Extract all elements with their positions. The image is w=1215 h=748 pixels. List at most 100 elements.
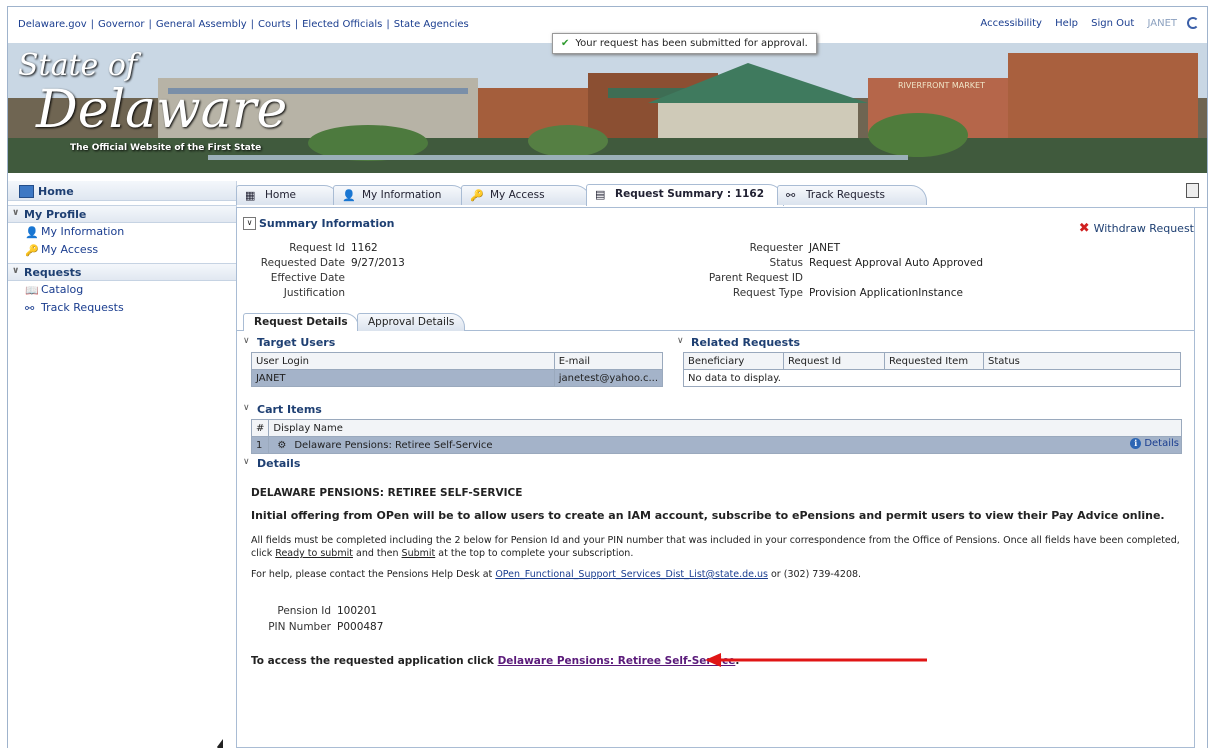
loading-icon [1187, 17, 1199, 29]
red-arrow-annotation [705, 653, 927, 667]
state-logo[interactable]: State of Delaware The Official Website o… [18, 49, 287, 154]
column-status[interactable]: Status [983, 352, 1181, 370]
collapse-icon[interactable]: ∨ [243, 217, 256, 230]
username: JANET [1147, 18, 1177, 29]
link-general-assembly[interactable]: General Assembly [156, 19, 247, 30]
key-user-icon: 🔑 [25, 244, 39, 257]
tab-track-requests[interactable]: ⚯ Track Requests [777, 185, 927, 205]
column-display-name[interactable]: Display Name [268, 419, 1182, 437]
link-elected-officials[interactable]: Elected Officials [302, 19, 382, 30]
info-icon: i [1130, 438, 1142, 449]
submit-link[interactable]: Submit [402, 548, 436, 559]
link-governor[interactable]: Governor [98, 19, 144, 30]
header-banner: RIVERFRONT MARKET State of Delaware The … [8, 43, 1207, 173]
document-icon: ▤ [595, 188, 606, 201]
application-link[interactable]: Delaware Pensions: Retiree Self-Service [498, 655, 736, 667]
accessibility-link[interactable]: Accessibility [980, 18, 1042, 29]
cart-items-header[interactable]: ∨ Cart Items [243, 403, 322, 416]
field-pin-number: PIN Number P000487 [268, 621, 384, 633]
nav-section-requests[interactable]: ∨ Requests [8, 263, 236, 281]
related-requests-header[interactable]: ∨ Related Requests [677, 336, 800, 349]
table-row[interactable]: JANETijanetest@yahoo.c... [251, 369, 664, 387]
field-request-type: Request Type Provision ApplicationInstanc… [732, 287, 963, 299]
nav-home[interactable]: Home [8, 181, 236, 201]
access-instructions: To access the requested application clic… [251, 655, 739, 667]
target-users-table: User LoginE-mail JANETijanetest@yahoo.c.… [251, 352, 664, 387]
column-request-id[interactable]: Request Id [783, 352, 885, 370]
help-desk-email-link[interactable]: OPen_Functional_Support_Services_Dist_Li… [495, 569, 768, 580]
empty-message: No data to display. [683, 369, 1181, 387]
home-icon: ▦ [245, 189, 256, 202]
table-row[interactable]: 1 ⚙ Delaware Pensions: Retiree Self-Servic… [250, 436, 1182, 454]
home-icon [19, 185, 34, 198]
nav-catalog[interactable]: 📖 Catalog [8, 281, 236, 299]
user-info-icon: 👤 [342, 189, 356, 202]
collapse-icon: ∨ [243, 336, 250, 346]
binoculars-icon: ⚯ [25, 302, 35, 315]
book-icon: 📖 [25, 284, 39, 297]
tab-approval-details[interactable]: Approval Details [357, 313, 465, 331]
help-link[interactable]: Help [1055, 18, 1078, 29]
nav-track-requests[interactable]: ⚯ Track Requests [8, 299, 236, 317]
market-sign-text: RIVERFRONT MARKET [898, 81, 985, 90]
field-requester: Requester JANET [749, 242, 840, 254]
user-links: Accessibility Help Sign Out JANET [970, 17, 1199, 29]
collapse-icon: ∨ [243, 457, 250, 467]
tab-bar: ▦ Home 👤 My Information 🔑 My Access ▤ Reques… [236, 181, 1207, 208]
field-status: Status Request Approval Auto Approved [769, 257, 983, 269]
field-request-id: Request Id 1162 [289, 242, 378, 254]
tab-request-details[interactable]: Request Details [243, 313, 359, 331]
link-delaware-gov[interactable]: Delaware.gov [18, 19, 87, 30]
link-state-agencies[interactable]: State Agencies [394, 19, 469, 30]
ready-to-submit-link[interactable]: Ready to submit [275, 548, 353, 559]
field-effective-date: Effective Date [270, 272, 345, 284]
column-number: # [250, 419, 270, 437]
request-summary-panel: ∨ Summary Information ✖ Withdraw Request … [236, 207, 1195, 748]
details-help: For help, please contact the Pensions He… [251, 569, 862, 580]
print-icon[interactable] [1186, 183, 1199, 198]
field-parent-request-id: Parent Request ID [708, 272, 803, 284]
details-header[interactable]: ∨ Details [243, 457, 300, 470]
nav-section-my-profile[interactable]: ∨ My Profile [8, 205, 236, 223]
tab-my-access[interactable]: 🔑 My Access [461, 185, 591, 205]
collapse-panel-handle[interactable] [217, 739, 223, 748]
sign-out-link[interactable]: Sign Out [1091, 18, 1134, 29]
detail-subtabs: Request Details Approval Details [237, 312, 1194, 331]
left-navigation: Home ∨ My Profile 👤 My Information 🔑 My Acc… [8, 181, 237, 748]
key-user-icon: 🔑 [470, 189, 484, 202]
field-pension-id: Pension Id 100201 [277, 605, 378, 617]
details-intro: Initial offering from OPen will be to al… [251, 509, 1165, 522]
field-requested-date: Requested Date 9/27/2013 [260, 257, 405, 269]
tab-home[interactable]: ▦ Home [236, 185, 340, 205]
collapse-icon: ∨ [12, 266, 20, 276]
user-info-icon: 👤 [25, 226, 39, 239]
column-requested-item[interactable]: Requested Item [884, 352, 984, 370]
column-beneficiary[interactable]: Beneficiary [683, 352, 784, 370]
details-instructions: All fields must be completed including t… [251, 535, 1180, 559]
state-links: Delaware.gov | Governor | General Assembly | C… [18, 19, 469, 30]
target-users-header[interactable]: ∨ Target Users [243, 336, 335, 349]
nav-my-information[interactable]: 👤 My Information [8, 223, 236, 241]
column-user-login[interactable]: User Login [251, 352, 555, 370]
column-email[interactable]: E-mail [553, 352, 664, 370]
binoculars-icon: ⚯ [786, 189, 796, 202]
confirmation-message: ✔ Your request has been submitted for app… [552, 33, 817, 54]
gear-icon: ⚙ [277, 439, 287, 451]
close-icon: ✖ [1078, 221, 1090, 236]
withdraw-request-button[interactable]: ✖ Withdraw Request [1079, 221, 1194, 236]
details-heading: DELAWARE PENSIONS: RETIREE SELF-SERVICE [251, 487, 523, 499]
link-courts[interactable]: Courts [258, 19, 291, 30]
tab-request-summary[interactable]: ▤ Request Summary : 1162 [586, 184, 784, 206]
collapse-icon: ∨ [12, 208, 20, 218]
field-justification: Justification [283, 287, 345, 299]
main-area: ▦ Home 👤 My Information 🔑 My Access ▤ Reques… [236, 181, 1207, 748]
nav-my-access[interactable]: 🔑 My Access [8, 241, 236, 259]
summary-title: Summary Information [259, 217, 395, 230]
collapse-icon: ∨ [677, 336, 684, 346]
collapse-icon: ∨ [243, 403, 250, 413]
cart-items-table: # Display Name 1 ⚙ Delaware Pensions: Retir… [250, 419, 1182, 454]
tab-my-information[interactable]: 👤 My Information [333, 185, 468, 205]
details-link[interactable]: i Details [1130, 438, 1179, 449]
browser-frame: Delaware.gov | Governor | General Assembly | C… [7, 6, 1208, 748]
related-requests-table: Beneficiary Request Id Requested Item Statu… [683, 352, 1181, 387]
